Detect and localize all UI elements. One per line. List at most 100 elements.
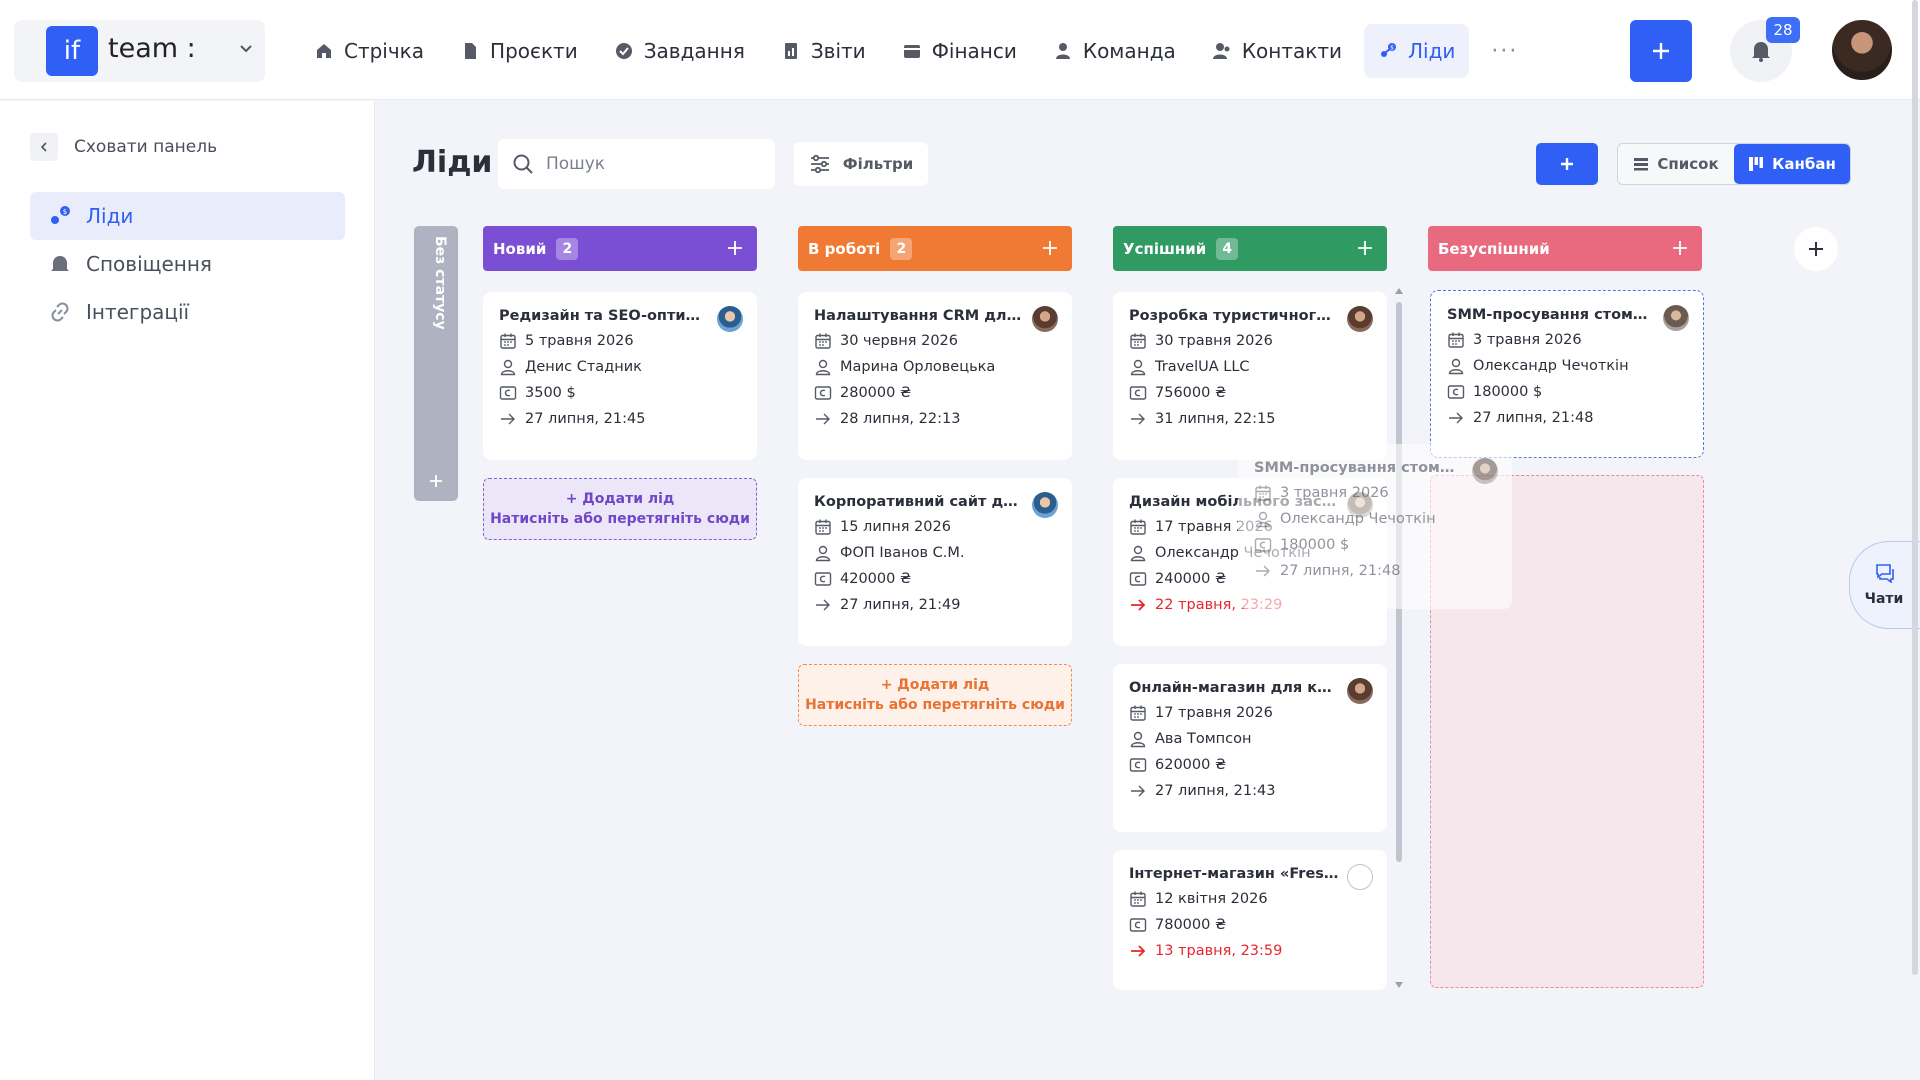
- scrollbar-thumb[interactable]: [1912, 0, 1918, 975]
- money-icon: [1254, 538, 1272, 552]
- nav-item-leads[interactable]: $ Ліди: [1363, 24, 1470, 78]
- nav-item-finance[interactable]: Фінанси: [888, 24, 1031, 78]
- sidebar-item-label: Інтеграції: [86, 300, 190, 324]
- lead-title: Корпоративний сайт для логістики: [814, 494, 1024, 510]
- arrow-right-icon: [1448, 412, 1463, 424]
- add-lead-hint: Натисніть або перетягніть сюди: [805, 697, 1065, 713]
- notifications-count-badge: 28: [1766, 17, 1800, 43]
- lead-card[interactable]: Редизайн та SEO-оптимізація 5 травня 202…: [483, 292, 757, 460]
- plus-icon[interactable]: [425, 470, 447, 492]
- column-count-badge: 2: [890, 237, 913, 260]
- filters-button[interactable]: Фільтри: [794, 142, 928, 186]
- lead-amount: 756000 ₴: [1155, 385, 1227, 401]
- nav-item-label: Проєкти: [490, 39, 578, 63]
- nav-more-button[interactable]: ···: [1477, 39, 1532, 64]
- user-icon: [1130, 545, 1146, 562]
- add-lead-label: + Додати лід: [880, 677, 990, 693]
- nav-item-label: Контакти: [1241, 39, 1342, 63]
- lead-date: 3 травня 2026: [1280, 485, 1389, 501]
- lead-deadline: 27 липня, 21:48: [1473, 410, 1594, 426]
- add-lead-dropzone-new[interactable]: + Додати лід Натисніть або перетягніть с…: [483, 478, 757, 540]
- wallet-icon: [903, 45, 920, 58]
- nav-item-label: Ліди: [1407, 39, 1456, 63]
- lead-date: 30 червня 2026: [840, 333, 959, 349]
- kanban-icon: [1749, 157, 1764, 171]
- sidebar-item-leads[interactable]: $ Ліди: [30, 192, 345, 240]
- lead-deadline: 27 липня, 21:49: [840, 597, 961, 613]
- sidebar-item-label: Сповіщення: [86, 252, 212, 276]
- lead-title: Редизайн та SEO-оптимізація: [499, 308, 709, 324]
- user-icon: [815, 545, 831, 562]
- sidebar-item-notifications[interactable]: Сповіщення: [30, 240, 345, 288]
- no-status-label: Без статусу: [432, 236, 448, 330]
- workspace-switcher[interactable]: if team :: [14, 20, 265, 82]
- arrow-right-icon: [1130, 599, 1145, 611]
- scroll-up-icon: [1395, 288, 1403, 294]
- plus-icon[interactable]: [725, 238, 745, 258]
- contacts-icon: [1212, 43, 1230, 59]
- nav-item-tasks[interactable]: Завдання: [600, 24, 759, 78]
- column-scrollbar[interactable]: [1395, 288, 1403, 988]
- lead-card[interactable]: Інтернет-магазин «FreshMarket» 12 квітня…: [1113, 850, 1387, 990]
- nav-item-reports[interactable]: Звіти: [767, 24, 880, 78]
- assignee-avatar: [1347, 306, 1373, 332]
- add-column-button[interactable]: [1794, 227, 1838, 271]
- dragged-card-ghost[interactable]: SMM-просування стоматології 3 травня 202…: [1238, 444, 1512, 609]
- view-kanban-button[interactable]: Канбан: [1734, 144, 1850, 184]
- calendar-icon: [1448, 331, 1464, 348]
- chevron-left-icon: [30, 133, 58, 161]
- plus-icon[interactable]: [1040, 238, 1060, 258]
- lead-card[interactable]: Розробка туристичного веб-сайту 30 травн…: [1113, 292, 1387, 460]
- nav-item-label: Фінанси: [931, 39, 1017, 63]
- lead-amount: 280000 ₴: [840, 385, 912, 401]
- nav-item-feed[interactable]: Стрічка: [300, 24, 438, 78]
- column-header-success: Успішний 4: [1113, 226, 1387, 271]
- report-icon: [784, 43, 797, 59]
- calendar-icon: [815, 332, 831, 349]
- sidebar-item-integrations[interactable]: Інтеграції: [30, 288, 345, 336]
- top-bar: if team : Стрічка Проєкти Завдання Звіти…: [0, 0, 1920, 100]
- calendar-icon: [1130, 518, 1146, 535]
- column-header-new: Новий 2: [483, 226, 757, 271]
- view-list-button[interactable]: Список: [1618, 144, 1734, 184]
- hide-panel-button[interactable]: Сховати панель: [30, 132, 217, 162]
- plus-icon[interactable]: [1670, 238, 1690, 258]
- user-avatar[interactable]: [1830, 18, 1894, 82]
- lead-card[interactable]: Онлайн-магазин для косметики 17 травня 2…: [1113, 664, 1387, 832]
- calendar-icon: [1255, 484, 1271, 501]
- lead-amount: 420000 ₴: [840, 571, 912, 587]
- page-scrollbar[interactable]: [1910, 0, 1920, 980]
- chat-icon: [1876, 564, 1894, 583]
- sidebar: Сховати панель $ Ліди Сповіщення Інтегра…: [0, 101, 375, 1080]
- nav-item-team[interactable]: Команда: [1039, 24, 1190, 78]
- lead-deadline-overdue: 13 травня, 23:59: [1155, 943, 1283, 959]
- hide-panel-label: Сховати панель: [74, 137, 218, 157]
- column-header-in-progress: В роботі 2: [798, 226, 1072, 271]
- search-input[interactable]: [546, 154, 746, 174]
- create-button[interactable]: [1630, 20, 1692, 82]
- lead-amount: 240000 ₴: [1155, 571, 1227, 587]
- money-icon: [814, 572, 832, 586]
- column-title: В роботі: [808, 239, 881, 258]
- leads-icon: $: [51, 206, 70, 224]
- nav-item-contacts[interactable]: Контакти: [1198, 24, 1356, 78]
- column-header-failed: Безуспішний: [1428, 226, 1702, 271]
- search-box: [498, 139, 775, 189]
- add-lead-button[interactable]: [1536, 143, 1598, 185]
- lead-title: Налаштування CRM для відділу: [814, 308, 1024, 324]
- calendar-icon: [1130, 704, 1146, 721]
- lead-card[interactable]: Налаштування CRM для відділу 30 червня 2…: [798, 292, 1072, 460]
- lead-title: SMM-просування стоматології: [1254, 460, 1464, 476]
- lead-date: 17 травня 2026: [1155, 705, 1273, 721]
- plus-icon[interactable]: [1355, 238, 1375, 258]
- lead-card[interactable]: Корпоративний сайт для логістики 15 липн…: [798, 478, 1072, 646]
- nav-item-projects[interactable]: Проєкти: [446, 24, 592, 78]
- add-lead-dropzone-in-progress[interactable]: + Додати лід Натисніть або перетягніть с…: [798, 664, 1072, 726]
- chats-label: Чати: [1864, 591, 1904, 607]
- lead-amount: 780000 ₴: [1155, 917, 1227, 933]
- arrow-right-icon: [815, 413, 830, 425]
- plus-icon: [1653, 43, 1669, 59]
- arrow-right-icon: [500, 413, 515, 425]
- nav-item-label: Команда: [1082, 39, 1176, 63]
- lead-card-dragging-source[interactable]: SMM-просування стоматології 3 травня 202…: [1430, 290, 1704, 458]
